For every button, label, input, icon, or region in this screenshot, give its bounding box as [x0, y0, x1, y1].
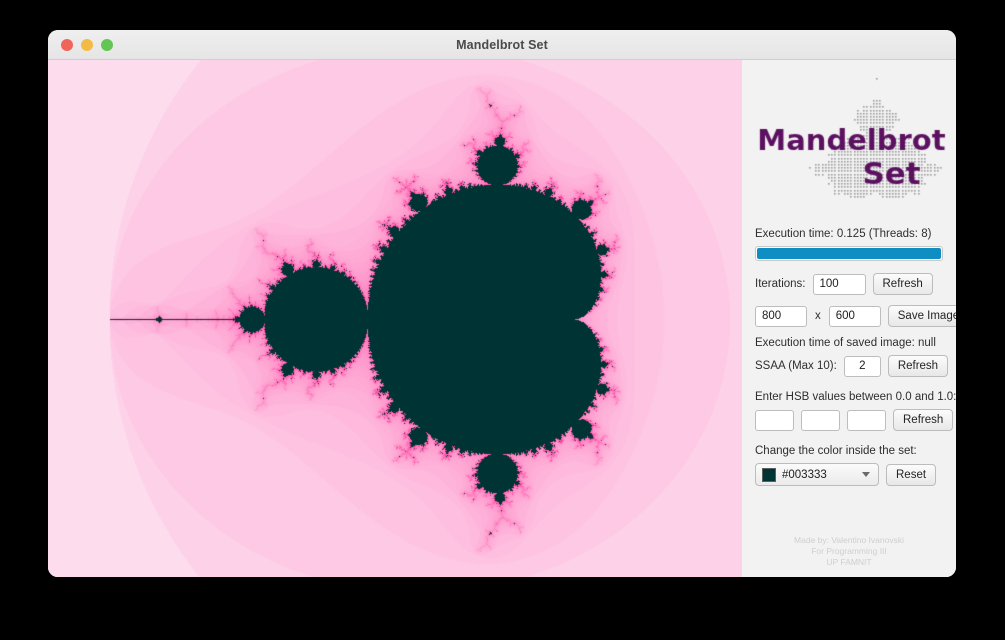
progress-bar [755, 246, 943, 261]
iterations-refresh-button[interactable]: Refresh [872, 273, 933, 295]
hsb-refresh-button[interactable]: Refresh [893, 409, 954, 431]
window-title: Mandelbrot Set [456, 37, 548, 52]
hsb-brightness-input[interactable] [847, 409, 886, 431]
color-row: #003333 Reset [755, 463, 943, 486]
app-logo [742, 60, 956, 228]
hsb-label: Enter HSB values between 0.0 and 1.0: [755, 391, 956, 403]
dimensions-row: x Save Image [755, 305, 956, 327]
execution-time-label: Execution time: 0.125 (Threads: 8) [755, 228, 932, 240]
iterations-label: Iterations: [755, 278, 806, 290]
hsb-saturation-input[interactable] [801, 409, 840, 431]
ssaa-row: SSAA (Max 10): Refresh [755, 355, 949, 377]
interior-color-select[interactable]: #003333 [755, 463, 879, 486]
screen-root: Mandelbrot Set Execution time: 0.125 (Th… [0, 0, 1005, 640]
ssaa-refresh-button[interactable]: Refresh [887, 355, 949, 377]
saved-image-time-label: Execution time of saved image: null [755, 337, 936, 349]
dimension-separator: x [815, 310, 821, 322]
chevron-down-icon[interactable] [862, 472, 870, 477]
save-image-button[interactable]: Save Image [887, 305, 956, 327]
fractal-canvas-area[interactable] [48, 60, 741, 577]
ssaa-label: SSAA (Max 10): [755, 360, 837, 372]
hsb-row: Refresh [755, 409, 954, 431]
reset-color-button[interactable]: Reset [886, 463, 937, 486]
ssaa-input[interactable] [843, 355, 881, 377]
close-button-icon[interactable] [61, 38, 73, 51]
mandelbrot-render[interactable] [48, 60, 741, 577]
credits-line-1: Made by: Valentino Ivanovski [794, 535, 904, 545]
credits-line-3: UP FAMNIT [826, 557, 872, 567]
control-sidebar: Execution time: 0.125 (Threads: 8) Itera… [741, 60, 956, 577]
color-swatch-icon [762, 467, 776, 482]
iterations-input[interactable] [812, 273, 866, 295]
minimize-button-icon[interactable] [81, 38, 93, 51]
zoom-button-icon[interactable] [101, 38, 113, 51]
color-value-text: #003333 [782, 468, 827, 481]
credits-line-2: For Programming III [811, 546, 887, 556]
traffic-light-group [61, 38, 113, 51]
window-titlebar: Mandelbrot Set [48, 30, 956, 60]
iterations-row: Iterations: Refresh [755, 273, 943, 295]
image-height-input[interactable] [828, 305, 881, 327]
hsb-hue-input[interactable] [755, 409, 794, 431]
credits-block: Made by: Valentino Ivanovski For Program… [742, 535, 956, 568]
color-label: Change the color inside the set: [755, 445, 917, 457]
logo-mandelbrot-halftone [742, 60, 956, 228]
app-window: Mandelbrot Set Execution time: 0.125 (Th… [48, 30, 956, 577]
window-body: Execution time: 0.125 (Threads: 8) Itera… [48, 60, 956, 577]
progress-bar-fill [757, 248, 941, 259]
image-width-input[interactable] [755, 305, 807, 327]
